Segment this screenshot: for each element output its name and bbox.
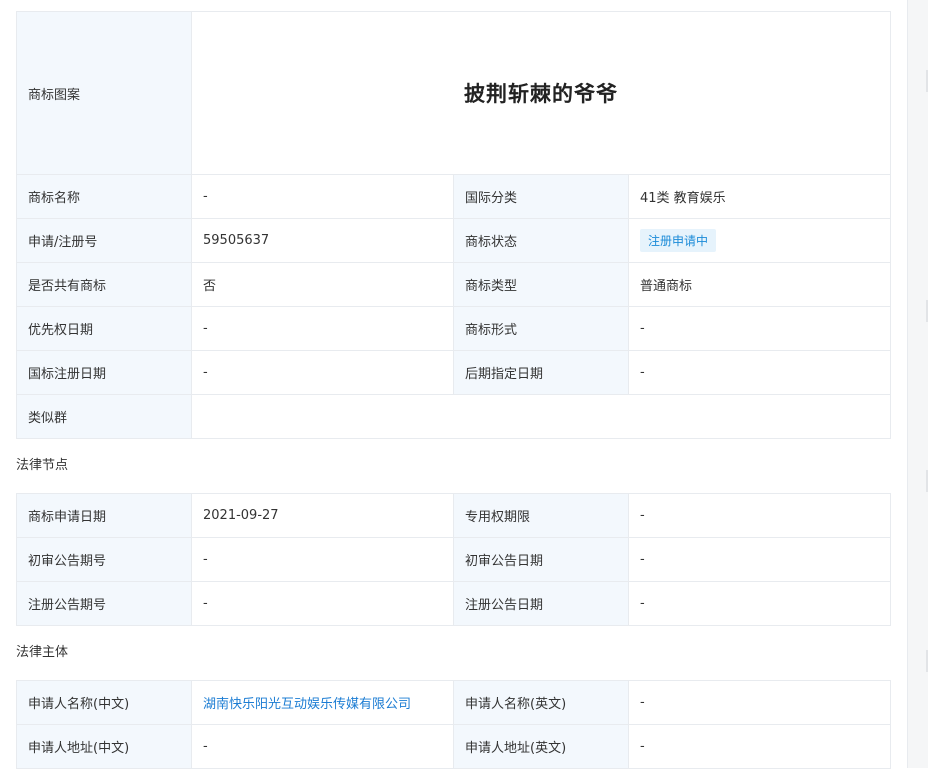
reg-notice-date-label: 注册公告日期 [453, 581, 629, 626]
intl-class-value: 41类 教育娱乐 [628, 174, 891, 219]
trademark-image-label: 商标图案 [16, 11, 192, 175]
shared-trademark-label: 是否共有商标 [16, 262, 192, 307]
prelim-notice-issue-label: 初审公告期号 [16, 537, 192, 582]
trademark-image: 披荆斩棘的爷爷 [191, 11, 891, 175]
applicant-address-cn-value: - [191, 724, 454, 769]
reg-notice-issue-value: - [191, 581, 454, 626]
intl-class-label: 国际分类 [453, 174, 629, 219]
trademark-form-value: - [628, 306, 891, 351]
table-row: 商标名称 - 国际分类 41类 教育娱乐 [16, 174, 891, 219]
trademark-detail-page: 商标图案 披荆斩棘的爷爷 商标名称 - 国际分类 41类 教育娱乐 申请/注册号… [16, 11, 891, 769]
table-row: 申请/注册号 59505637 商标状态 注册申请中 [16, 218, 891, 263]
applicant-name-en-label: 申请人名称(英文) [453, 680, 629, 725]
applicant-address-en-value: - [628, 724, 891, 769]
application-date-label: 商标申请日期 [16, 493, 192, 538]
application-date-value: 2021-09-27 [191, 493, 454, 538]
trademark-status-cell: 注册申请中 [628, 218, 891, 263]
exclusive-right-term-label: 专用权期限 [453, 493, 629, 538]
table-row: 申请人名称(中文) 湖南快乐阳光互动娱乐传媒有限公司 申请人名称(英文) - [16, 680, 891, 725]
later-designation-date-value: - [628, 350, 891, 395]
applicant-address-en-label: 申请人地址(英文) [453, 724, 629, 769]
intl-reg-date-label: 国标注册日期 [16, 350, 192, 395]
applicant-name-cn-label: 申请人名称(中文) [16, 680, 192, 725]
trademark-type-value: 普通商标 [628, 262, 891, 307]
applicant-name-cn-cell: 湖南快乐阳光互动娱乐传媒有限公司 [191, 680, 454, 725]
priority-date-value: - [191, 306, 454, 351]
reg-notice-issue-label: 注册公告期号 [16, 581, 192, 626]
table-row: 注册公告期号 - 注册公告日期 - [16, 581, 891, 626]
similar-group-value [191, 394, 891, 439]
table-row: 商标申请日期 2021-09-27 专用权期限 - [16, 493, 891, 538]
legal-subject-title: 法律主体 [16, 645, 69, 660]
legal-subject-table: 申请人名称(中文) 湖南快乐阳光互动娱乐传媒有限公司 申请人名称(英文) - 申… [16, 680, 891, 769]
prelim-notice-issue-value: - [191, 537, 454, 582]
reg-number-label: 申请/注册号 [16, 218, 192, 263]
applicant-name-link[interactable]: 湖南快乐阳光互动娱乐传媒有限公司 [203, 697, 411, 712]
trademark-form-label: 商标形式 [453, 306, 629, 351]
applicant-name-en-value: - [628, 680, 891, 725]
table-row: 类似群 [16, 394, 891, 439]
priority-date-label: 优先权日期 [16, 306, 192, 351]
reg-notice-date-value: - [628, 581, 891, 626]
legal-nodes-title: 法律节点 [16, 458, 69, 473]
table-row: 申请人地址(中文) - 申请人地址(英文) - [16, 724, 891, 769]
trademark-info-table: 商标图案 披荆斩棘的爷爷 商标名称 - 国际分类 41类 教育娱乐 申请/注册号… [16, 11, 891, 439]
table-row: 是否共有商标 否 商标类型 普通商标 [16, 262, 891, 307]
trademark-type-label: 商标类型 [453, 262, 629, 307]
status-badge: 注册申请中 [640, 229, 717, 252]
later-designation-date-label: 后期指定日期 [453, 350, 629, 395]
reg-number-value: 59505637 [191, 218, 454, 263]
table-row: 初审公告期号 - 初审公告日期 - [16, 537, 891, 582]
legal-nodes-table: 商标申请日期 2021-09-27 专用权期限 - 初审公告期号 - 初审公告日… [16, 493, 891, 626]
similar-group-label: 类似群 [16, 394, 192, 439]
trademark-image-text: 披荆斩棘的爷爷 [464, 82, 618, 106]
prelim-notice-date-label: 初审公告日期 [453, 537, 629, 582]
exclusive-right-term-value: - [628, 493, 891, 538]
shared-trademark-value: 否 [191, 262, 454, 307]
table-row: 国标注册日期 - 后期指定日期 - [16, 350, 891, 395]
trademark-status-label: 商标状态 [453, 218, 629, 263]
trademark-name-label: 商标名称 [16, 174, 192, 219]
intl-reg-date-value: - [191, 350, 454, 395]
trademark-image-row: 商标图案 披荆斩棘的爷爷 [16, 11, 891, 175]
applicant-address-cn-label: 申请人地址(中文) [16, 724, 192, 769]
right-side-panel[interactable] [907, 0, 928, 768]
table-row: 优先权日期 - 商标形式 - [16, 306, 891, 351]
prelim-notice-date-value: - [628, 537, 891, 582]
trademark-name-value: - [191, 174, 454, 219]
